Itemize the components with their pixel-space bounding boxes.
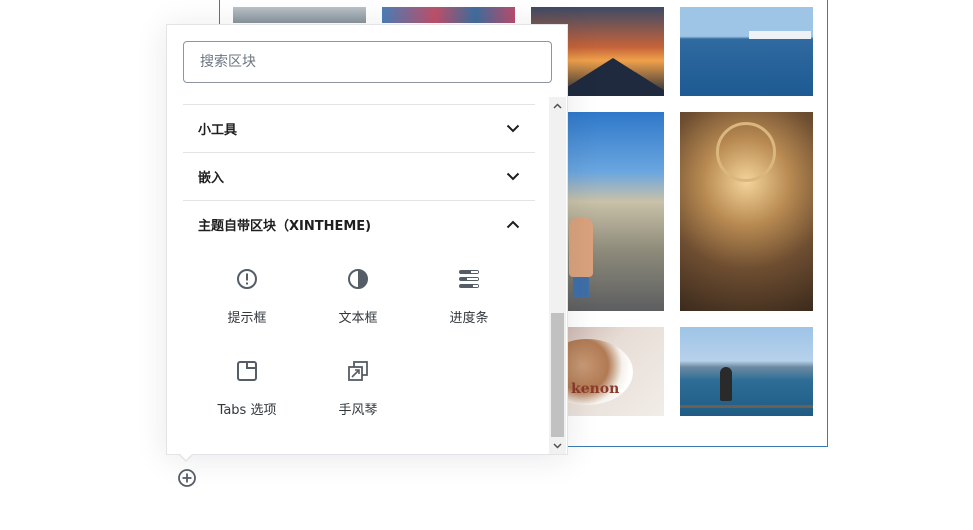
popover-scrollbar[interactable] [549, 97, 566, 454]
add-block-plus-icon[interactable] [177, 468, 197, 488]
panel-title: 嵌入 [198, 171, 225, 186]
block-label: Tabs 选项 [217, 403, 277, 418]
block-label: 文本框 [338, 311, 378, 326]
progress-bars-icon [456, 266, 482, 292]
block-label: 手风琴 [338, 403, 378, 418]
gallery-image[interactable] [680, 112, 813, 311]
block-alert[interactable]: 提示框 [192, 260, 302, 340]
volcano-shape [553, 58, 664, 96]
ship-shape [749, 31, 811, 39]
gallery-image[interactable] [233, 7, 366, 23]
block-inserter-popover: 小工具 嵌入 主题自带区块（XINTHEME) 提示框 [166, 24, 568, 455]
block-textbox[interactable]: 文本框 [303, 260, 413, 340]
person-shape [720, 367, 732, 401]
gallery-image[interactable] [680, 7, 813, 96]
scrollbar-thumb[interactable] [551, 313, 564, 437]
block-accordion[interactable]: 手风琴 [303, 352, 413, 432]
person-shape [569, 217, 593, 277]
search-input[interactable] [183, 41, 552, 83]
accordion-icon [345, 358, 371, 384]
alert-circle-icon [234, 266, 260, 292]
chevron-up-icon [505, 217, 521, 233]
block-progress[interactable]: 进度条 [414, 260, 524, 340]
chevron-down-icon [505, 121, 521, 137]
block-label: 进度条 [449, 311, 489, 326]
scroll-up-arrow-icon[interactable] [549, 97, 566, 114]
railing-shape [680, 405, 813, 408]
gallery-image[interactable] [382, 7, 515, 23]
panel-title: 小工具 [198, 123, 238, 138]
coffee-brand: kenon [571, 381, 620, 397]
panel-embeds[interactable]: 嵌入 [183, 152, 535, 200]
chevron-down-icon [505, 169, 521, 185]
block-tabs[interactable]: Tabs 选项 [192, 352, 302, 432]
panel-theme-blocks[interactable]: 主题自带区块（XINTHEME) [183, 200, 535, 248]
half-circle-icon [345, 266, 371, 292]
panel-title: 主题自带区块（XINTHEME) [198, 219, 372, 234]
popover-arrow-inner [179, 453, 193, 460]
panel-widgets[interactable]: 小工具 [183, 104, 535, 152]
block-category-list: 小工具 嵌入 主题自带区块（XINTHEME) [183, 104, 535, 248]
block-label: 提示框 [227, 311, 267, 326]
tabs-icon [234, 358, 260, 384]
gallery-image[interactable] [680, 327, 813, 416]
person-legs [573, 277, 589, 297]
search-container [183, 41, 552, 83]
scroll-down-arrow-icon[interactable] [549, 437, 566, 454]
dome-shape [716, 122, 776, 182]
